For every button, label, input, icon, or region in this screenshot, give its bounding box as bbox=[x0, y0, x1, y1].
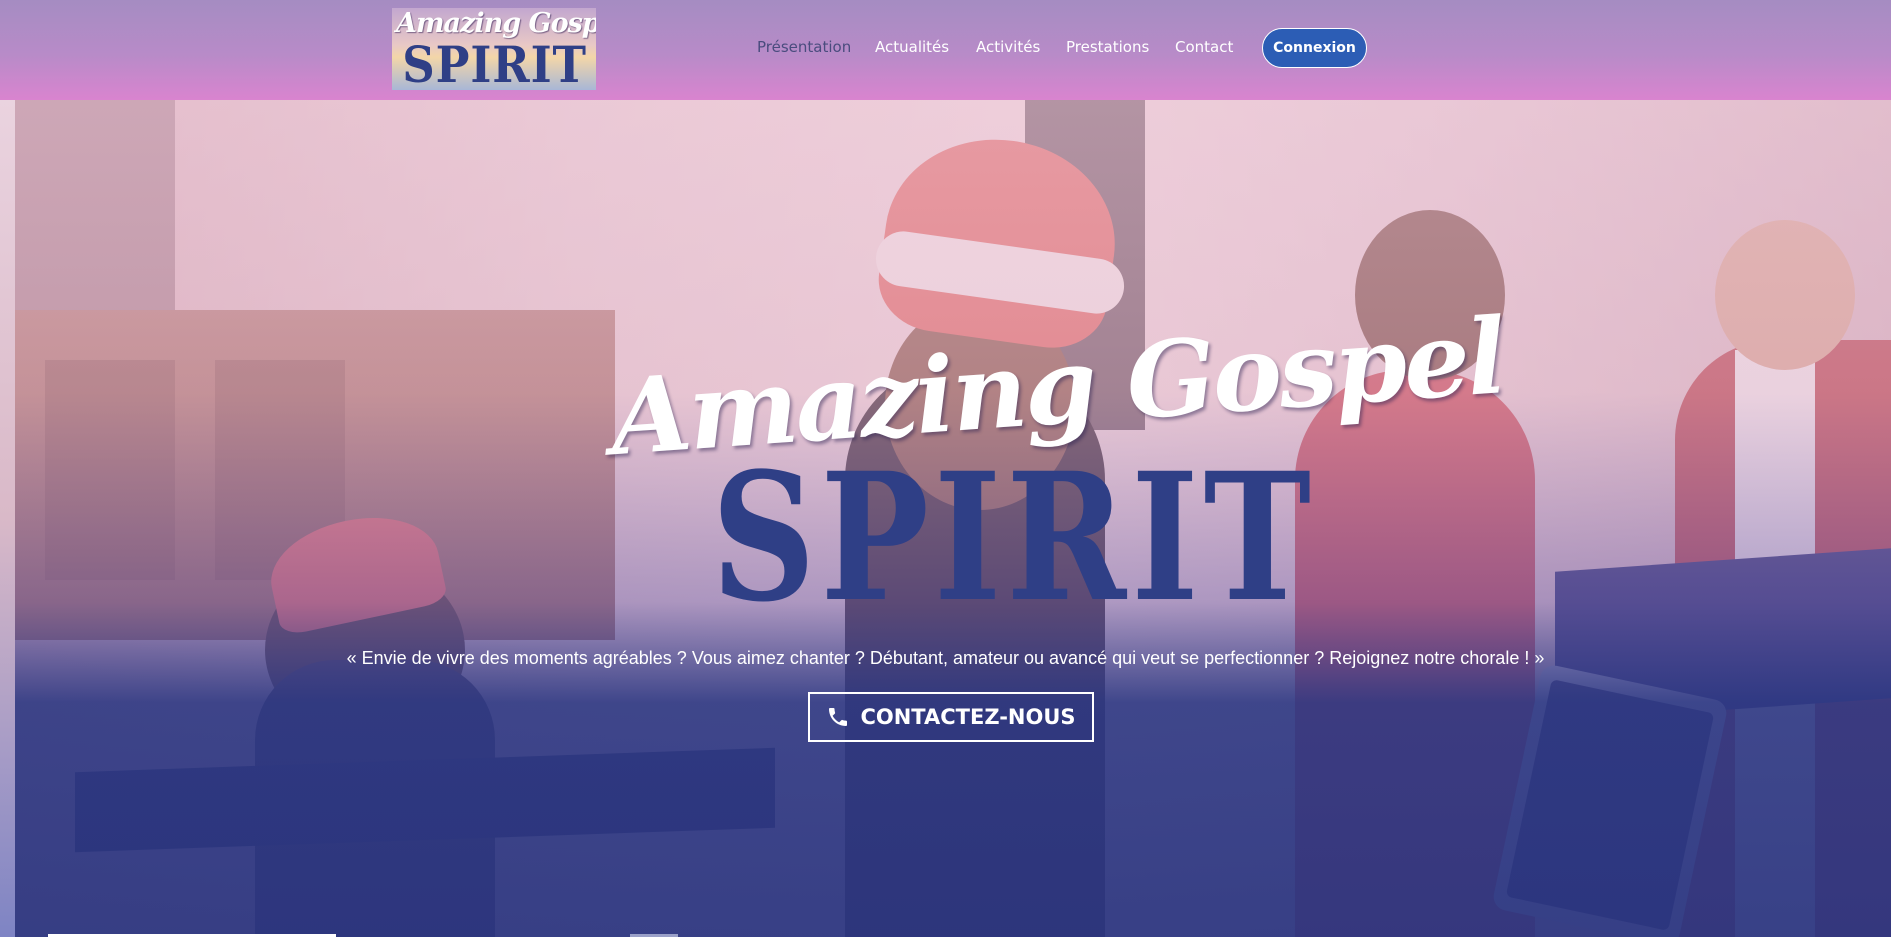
hero-logo-block-text: SPIRIT bbox=[711, 434, 1316, 641]
login-button[interactable]: Connexion bbox=[1262, 28, 1367, 68]
contact-us-button[interactable]: CONTACTEZ-NOUS bbox=[808, 692, 1094, 742]
nav-item-presentation[interactable]: Présentation bbox=[757, 38, 851, 56]
hero-left-edge bbox=[0, 100, 15, 937]
nav-item-prestations[interactable]: Prestations bbox=[1066, 38, 1149, 56]
nav-item-actualites[interactable]: Actualités bbox=[875, 38, 949, 56]
hero-tagline: « Envie de vivre des moments agréables ?… bbox=[346, 648, 1545, 668]
site-logo[interactable]: Amazing Gospel SPIRIT bbox=[392, 8, 596, 90]
site-header: Amazing Gospel SPIRIT Présentation Actua… bbox=[0, 0, 1891, 100]
nav-item-contact[interactable]: Contact bbox=[1175, 38, 1233, 56]
contact-us-label: CONTACTEZ-NOUS bbox=[860, 705, 1076, 729]
phone-icon bbox=[826, 705, 850, 729]
logo-block-text: SPIRIT bbox=[402, 35, 587, 90]
nav-item-activites[interactable]: Activités bbox=[976, 38, 1040, 56]
